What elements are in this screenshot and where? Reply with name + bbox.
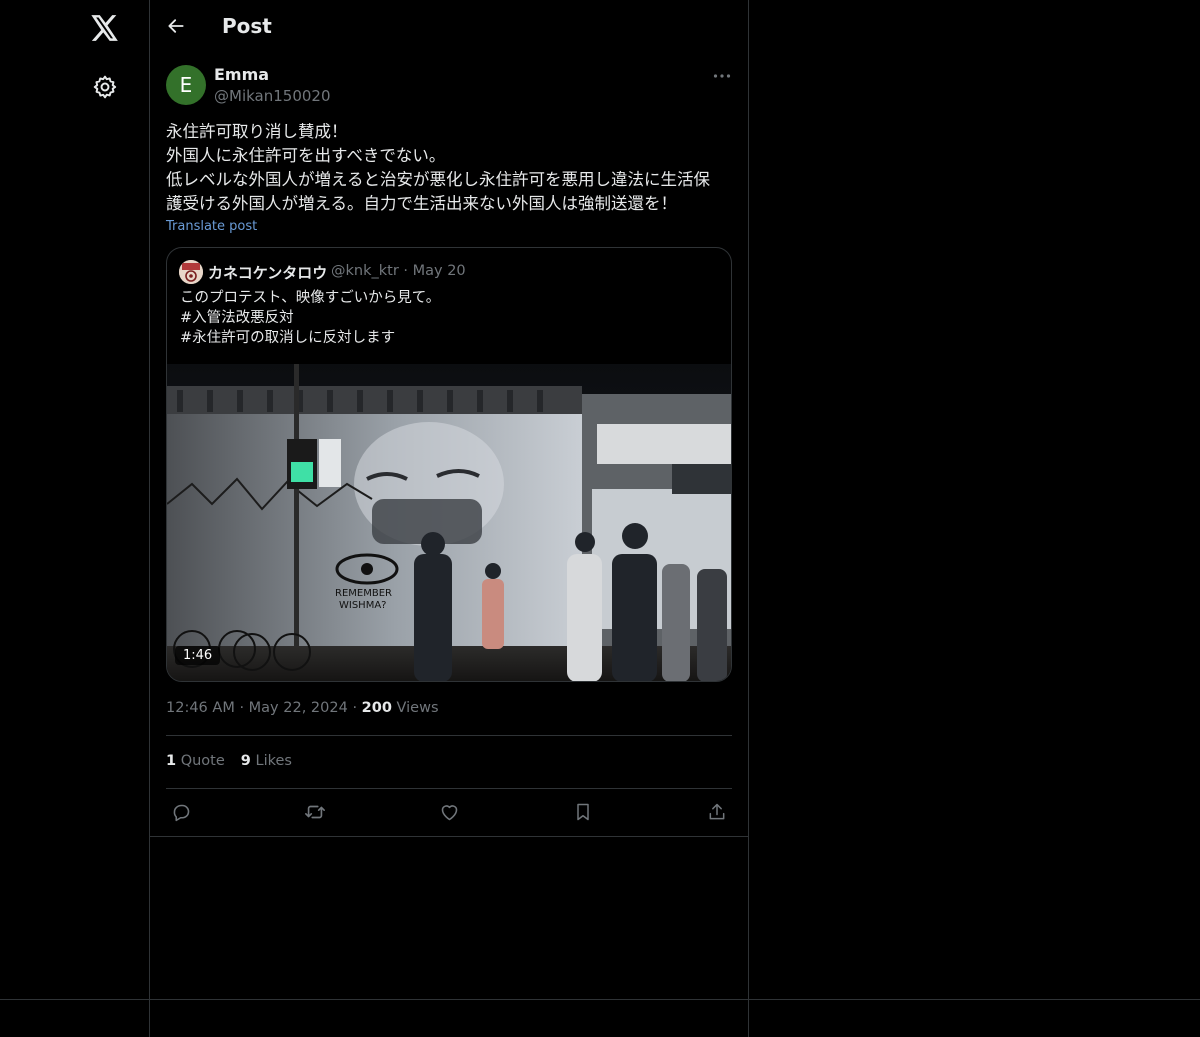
reply-icon[interactable] xyxy=(169,800,193,824)
quoted-text: このプロテスト、映像すごいから見て。 #入管法改悪反対 #永住許可の取消しに反対… xyxy=(180,288,440,348)
author-display-name[interactable]: Emma xyxy=(214,65,269,84)
quoted-text-line: このプロテスト、映像すごいから見て。 xyxy=(180,290,441,306)
separator-dot: · xyxy=(352,700,362,716)
post-time[interactable]: 12:46 AM xyxy=(166,700,235,716)
post-timestamp: 12:46 AM · May 22, 2024 · 200 Views xyxy=(166,700,439,716)
quoted-hashtag[interactable]: #入管法改悪反対 xyxy=(180,308,440,328)
quoted-hashtag[interactable]: #永住許可の取消しに反対します xyxy=(180,328,440,348)
video-player[interactable]: REMEMBER WISHMA? 1:46 xyxy=(167,364,731,681)
page-header: Post xyxy=(150,0,748,54)
bookmark-icon[interactable] xyxy=(571,800,595,824)
like-icon[interactable] xyxy=(437,800,461,824)
likes-stat[interactable]: 9 Likes xyxy=(241,753,292,769)
video-thumbnail: REMEMBER WISHMA? xyxy=(167,364,731,681)
quoted-author-name: カネコケンタロウ xyxy=(208,264,328,282)
repost-icon[interactable] xyxy=(303,800,327,824)
separator-dot: · xyxy=(239,700,249,716)
post-text-line: 外国人に永住許可を出すべきでない。 xyxy=(166,146,446,165)
quote-count: 1 xyxy=(166,753,177,769)
divider xyxy=(166,788,732,789)
post-bottom-border xyxy=(150,836,748,837)
left-nav xyxy=(0,0,150,1037)
svg-text:WISHMA?: WISHMA? xyxy=(339,600,386,611)
quoted-date: May 20 xyxy=(412,263,466,279)
gear-icon[interactable] xyxy=(92,74,118,100)
views-count: 200 xyxy=(361,700,392,716)
quoted-handle: @knk_ktr xyxy=(331,263,399,279)
likes-label: Likes xyxy=(255,753,292,769)
avatar[interactable]: E xyxy=(166,65,206,105)
views-label: Views xyxy=(396,700,439,716)
svg-text:REMEMBER: REMEMBER xyxy=(335,588,392,599)
translate-post-link[interactable]: Translate post xyxy=(166,219,257,234)
post-date[interactable]: May 22, 2024 xyxy=(249,700,348,716)
likes-count: 9 xyxy=(240,753,251,769)
post-text-line: 永住許可取り消し賛成！ xyxy=(166,122,348,141)
right-column-border xyxy=(748,0,749,1037)
quotes-stat[interactable]: 1 Quote xyxy=(166,753,225,769)
quoted-meta: @knk_ktr · May 20 xyxy=(331,263,466,279)
post-text-line: 低レベルな外国人が増えると治安が悪化し永住許可を悪用し違法に生活保 xyxy=(166,170,711,189)
divider xyxy=(166,735,732,736)
share-icon[interactable] xyxy=(705,800,729,824)
x-logo-icon[interactable] xyxy=(89,12,121,44)
post-stats: 1 Quote 9 Likes xyxy=(166,753,292,769)
quote-label: Quote xyxy=(180,753,225,769)
post-text: 永住許可取り消し賛成！ 外国人に永住許可を出すべきでない。 低レベルな外国人が増… xyxy=(166,120,736,216)
author-handle[interactable]: @Mikan150020 xyxy=(214,87,331,105)
page-title: Post xyxy=(222,14,272,38)
video-duration-badge: 1:46 xyxy=(175,646,221,665)
quoted-post[interactable]: カネコケンタロウ @knk_ktr · May 20 このプロテスト、映像すごい… xyxy=(166,247,732,682)
more-options-icon[interactable] xyxy=(710,66,734,86)
avatar-letter: E xyxy=(179,73,193,97)
back-arrow-icon[interactable] xyxy=(164,14,188,38)
main-column: Post E Emma @Mikan150020 永住許可取り消し賛成！ 外国人… xyxy=(150,0,748,1037)
separator-dot: · xyxy=(403,263,413,279)
quoted-avatar xyxy=(179,260,203,284)
post-text-line: 護受ける外国人が増える。自力で生活出来ない外国人は強制送還を！ xyxy=(166,194,678,213)
